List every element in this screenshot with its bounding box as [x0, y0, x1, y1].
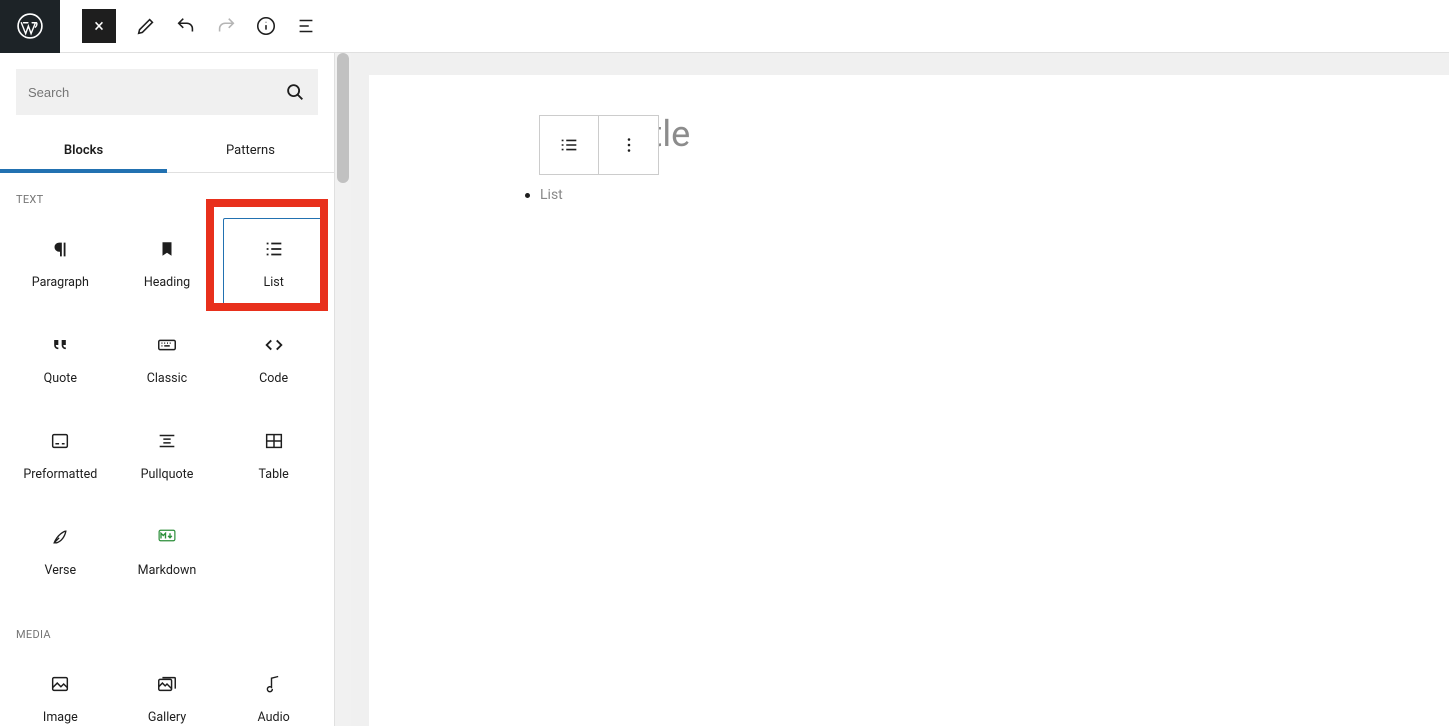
block-label: Paragraph [32, 275, 89, 290]
block-label: Image [43, 710, 78, 725]
block-list[interactable]: List [223, 218, 324, 308]
block-label: Preformatted [23, 467, 97, 482]
wordpress-icon [17, 13, 43, 39]
block-code[interactable]: Code [223, 314, 324, 404]
paragraph-icon [48, 237, 72, 261]
edit-mode-button[interactable] [128, 8, 164, 44]
undo-button[interactable] [168, 8, 204, 44]
inserter-body: TEXT Paragraph Heading List [0, 173, 334, 726]
block-label: Gallery [148, 710, 186, 725]
redo-icon [215, 15, 237, 37]
close-inserter-button[interactable]: × [82, 9, 116, 43]
text-block-grid: Paragraph Heading List Quote [4, 214, 330, 608]
media-block-grid: Image Gallery Audio [4, 649, 330, 726]
list-icon [558, 134, 580, 156]
editor-canvas[interactable]: Add title List [369, 75, 1449, 726]
block-heading[interactable]: Heading [117, 218, 218, 308]
inserter-scrollbar[interactable] [335, 53, 351, 726]
tab-blocks[interactable]: Blocks [0, 131, 167, 172]
section-media-label: MEDIA [4, 608, 330, 649]
block-label: Classic [147, 371, 187, 386]
block-label: Heading [144, 275, 190, 290]
feather-icon [48, 525, 72, 549]
block-label: Quote [44, 371, 77, 386]
close-icon: × [94, 16, 104, 37]
block-label: Markdown [138, 563, 197, 578]
block-label: Code [259, 371, 288, 386]
block-image[interactable]: Image [10, 653, 111, 726]
info-icon [255, 15, 277, 37]
scrollbar-thumb[interactable] [337, 53, 349, 183]
search-input[interactable] [28, 85, 284, 100]
block-paragraph[interactable]: Paragraph [10, 218, 111, 308]
search-box[interactable] [16, 69, 318, 115]
block-label: Verse [45, 563, 77, 578]
search-icon [284, 81, 306, 103]
block-markdown[interactable]: Markdown [117, 506, 218, 596]
quote-icon [48, 333, 72, 357]
search-wrap [0, 53, 334, 131]
list-icon [262, 237, 286, 261]
block-quote[interactable]: Quote [10, 314, 111, 404]
preformatted-icon [48, 429, 72, 453]
undo-icon [175, 15, 197, 37]
markdown-icon [155, 525, 179, 549]
pencil-icon [135, 15, 157, 37]
outline-button[interactable] [288, 8, 324, 44]
block-label: Pullquote [141, 467, 194, 482]
table-icon [262, 429, 286, 453]
code-icon [262, 333, 286, 357]
block-inserter-panel: Blocks Patterns TEXT Paragraph Heading [0, 53, 335, 726]
list-item-placeholder: List [540, 187, 563, 203]
block-table[interactable]: Table [223, 410, 324, 500]
pullquote-icon [155, 429, 179, 453]
block-audio[interactable]: Audio [223, 653, 324, 726]
details-button[interactable] [248, 8, 284, 44]
block-classic[interactable]: Classic [117, 314, 218, 404]
bookmark-icon [155, 237, 179, 261]
editor-canvas-outer: Add title List [351, 53, 1449, 726]
block-type-button[interactable] [540, 116, 599, 174]
section-text-label: TEXT [4, 173, 330, 214]
block-gallery[interactable]: Gallery [117, 653, 218, 726]
keyboard-icon [155, 333, 179, 357]
image-icon [48, 672, 72, 696]
inserter-tabs: Blocks Patterns [0, 131, 334, 173]
block-options-button[interactable] [599, 116, 658, 174]
block-toolbar [539, 115, 659, 175]
tab-patterns[interactable]: Patterns [167, 131, 334, 172]
block-label: Audio [258, 710, 290, 725]
list-block-item[interactable]: List [525, 187, 563, 203]
block-preformatted[interactable]: Preformatted [10, 410, 111, 500]
block-verse[interactable]: Verse [10, 506, 111, 596]
more-vertical-icon [618, 134, 640, 156]
redo-button[interactable] [208, 8, 244, 44]
outline-icon [295, 15, 317, 37]
main-area: Blocks Patterns TEXT Paragraph Heading [0, 53, 1449, 726]
block-label: Table [259, 467, 289, 482]
block-label: List [264, 275, 284, 290]
wp-logo[interactable] [0, 0, 60, 53]
top-toolbar: × [0, 0, 1449, 53]
gallery-icon [155, 672, 179, 696]
block-pullquote[interactable]: Pullquote [117, 410, 218, 500]
music-note-icon [262, 672, 286, 696]
inserter-panel-wrap: Blocks Patterns TEXT Paragraph Heading [0, 53, 351, 726]
